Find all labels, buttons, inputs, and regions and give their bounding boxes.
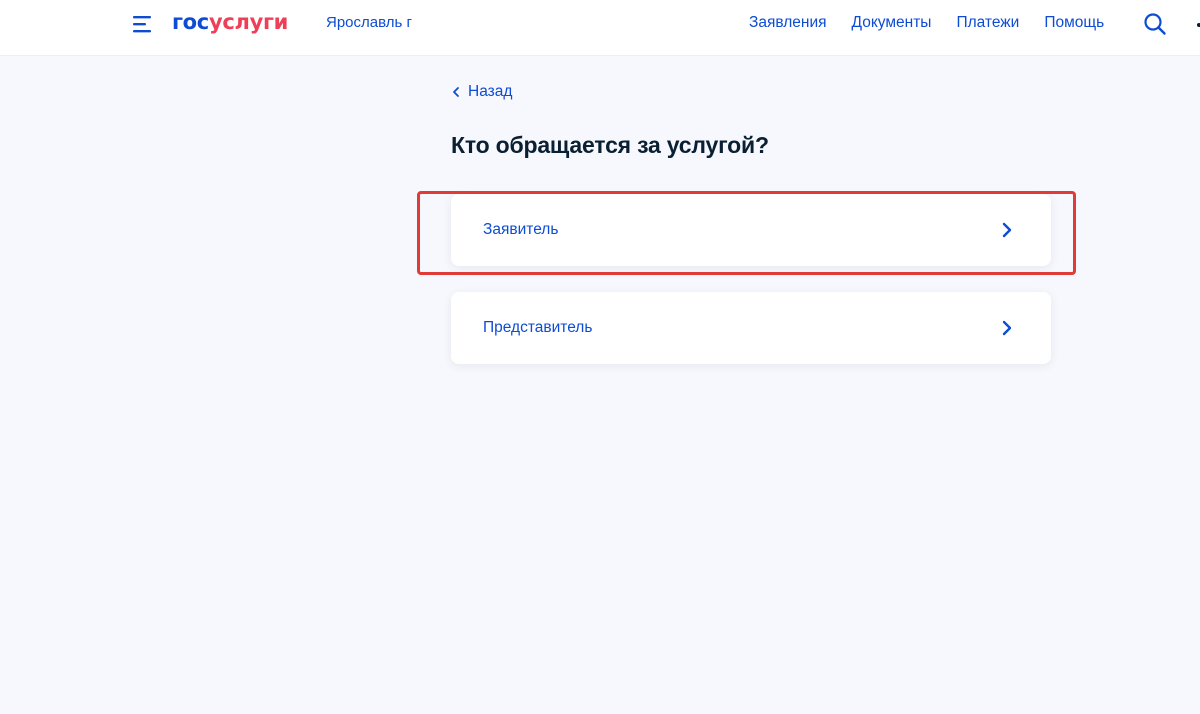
option-applicant[interactable]: Заявитель [451,194,1051,266]
burger-menu-icon[interactable] [132,14,154,34]
nav-help[interactable]: Помощь [1044,14,1104,32]
option-representative-label: Представитель [483,319,593,336]
top-nav: Заявления Документы Платежи Помощь [749,14,1129,32]
logo-part-gos: гос [172,10,209,34]
nav-applications[interactable]: Заявления [749,14,827,32]
page-title: Кто обращается за услугой? [451,132,769,158]
option-representative[interactable]: Представитель [451,292,1051,364]
chevron-right-icon [1002,320,1012,336]
gosuslugi-logo[interactable]: госуслуги [172,9,288,35]
user-menu-edge-icon[interactable] [1194,18,1200,32]
back-link[interactable]: Назад [450,83,512,101]
city-selector[interactable]: Ярославль г [326,14,412,32]
option-applicant-label: Заявитель [483,221,559,238]
chevron-right-icon [1002,222,1012,238]
search-icon[interactable] [1143,12,1167,36]
top-header: госуслуги Ярославль г Заявления Документ… [0,0,1200,56]
chevron-left-icon [453,87,459,97]
nav-documents[interactable]: Документы [852,14,932,32]
back-label: Назад [468,83,513,100]
nav-payments[interactable]: Платежи [956,14,1019,32]
logo-part-uslugi: услуги [208,10,289,34]
